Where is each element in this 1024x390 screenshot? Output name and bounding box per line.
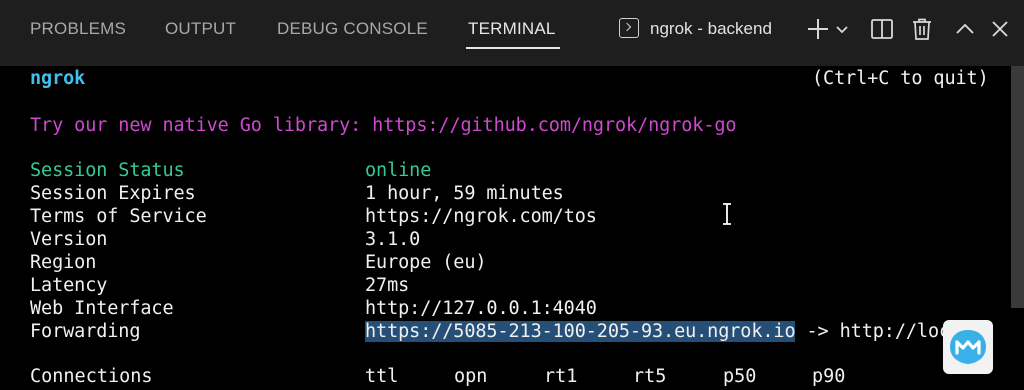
status-label: Version: [30, 229, 108, 250]
status-label: Session Expires: [30, 183, 196, 204]
close-icon[interactable]: [985, 14, 1015, 44]
tab-debug-console[interactable]: DEBUG CONSOLE: [277, 19, 428, 39]
terminal-icon: [619, 18, 639, 38]
status-label: Terms of Service: [30, 206, 207, 227]
connections-column: ttl: [365, 366, 399, 387]
status-value: http://127.0.0.1:4040: [365, 298, 597, 319]
panel-header: PROBLEMS OUTPUT DEBUG CONSOLE TERMINAL n…: [0, 0, 1024, 66]
status-label: Session Status: [30, 160, 185, 181]
connections-column: p90: [812, 366, 846, 387]
forwarding-url[interactable]: https://5085-213-100-205-93.eu.ngrok.io: [365, 321, 796, 342]
terminal-output[interactable]: ngrok (Ctrl+C to quit) Try our new nativ…: [0, 66, 1024, 390]
active-tab-indicator: [466, 47, 560, 49]
chevron-up-icon[interactable]: [950, 14, 980, 44]
status-value: 1 hour, 59 minutes: [365, 183, 564, 204]
status-value: 3.1.0: [365, 229, 421, 250]
status-label: Latency: [30, 275, 108, 296]
status-value: 27ms: [365, 275, 410, 296]
connections-column: opn: [454, 366, 488, 387]
text-cursor-icon: [723, 203, 731, 225]
trash-icon[interactable]: [907, 14, 937, 44]
status-value: Europe (eu): [365, 252, 487, 273]
tab-problems[interactable]: PROBLEMS: [30, 19, 126, 39]
status-label: Web Interface: [30, 298, 174, 319]
quit-hint: (Ctrl+C to quit): [812, 68, 989, 89]
tab-output[interactable]: OUTPUT: [165, 19, 236, 39]
connections-column: p50: [723, 366, 757, 387]
ngrok-title: ngrok: [30, 68, 86, 89]
tab-terminal[interactable]: TERMINAL: [468, 19, 556, 39]
terminal-name: ngrok - backend: [650, 19, 772, 38]
watermark-logo: [943, 320, 993, 374]
forwarding-line: https://5085-213-100-205-93.eu.ngrok.io …: [365, 320, 983, 343]
connections-column: rt1: [544, 366, 578, 387]
connections-label: Connections: [30, 366, 153, 387]
promo-line: Try our new native Go library: https://g…: [30, 115, 737, 136]
connections-column: rt5: [633, 366, 667, 387]
status-label: Region: [30, 252, 97, 273]
plus-icon[interactable]: [803, 14, 833, 44]
status-value: online: [365, 160, 432, 181]
forwarding-label: Forwarding: [30, 321, 141, 342]
terminal-scrollbar[interactable]: [1011, 66, 1024, 308]
status-value: https://ngrok.com/tos: [365, 206, 597, 227]
chevron-down-icon[interactable]: [832, 14, 852, 44]
split-icon[interactable]: [867, 14, 897, 44]
